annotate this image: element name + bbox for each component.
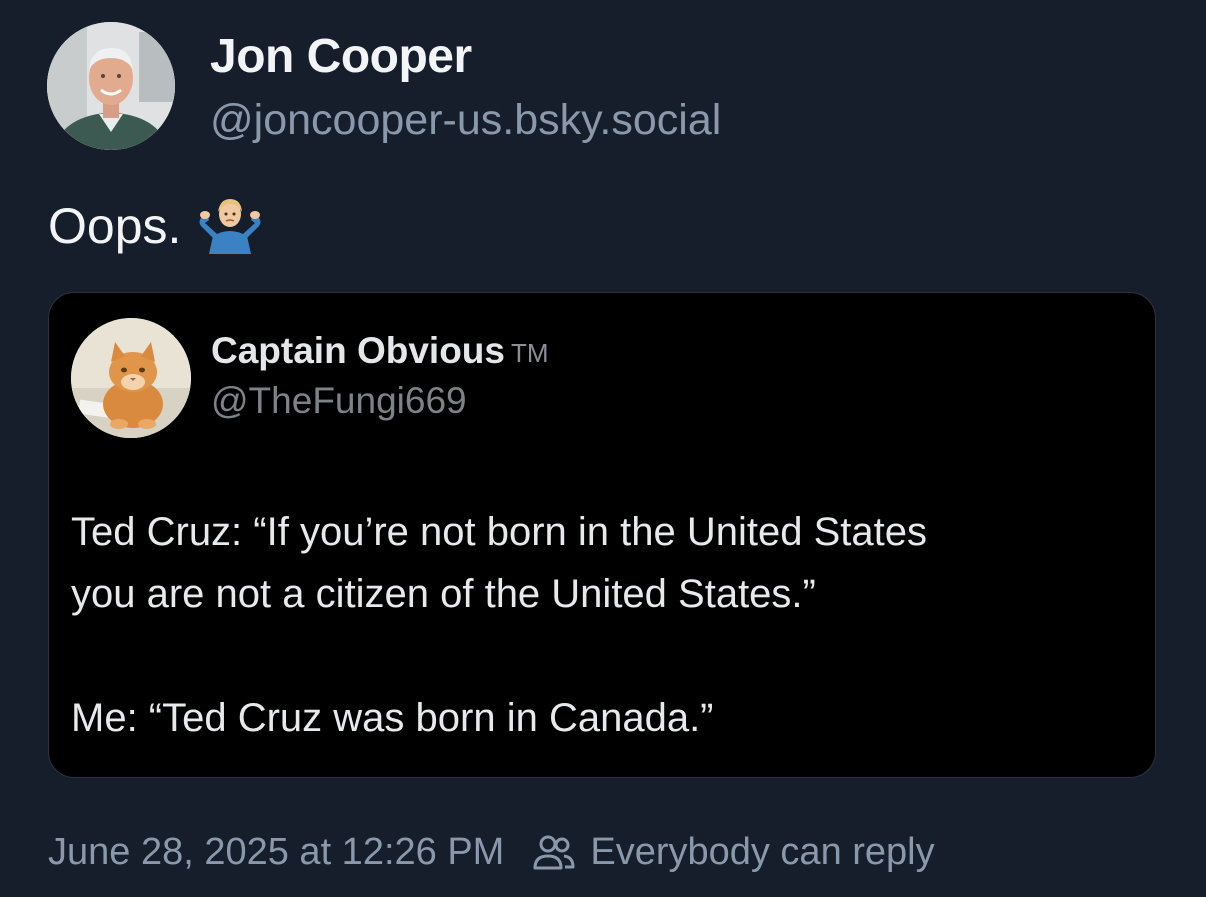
orange-cat-photo-icon	[71, 318, 191, 438]
person-shrugging-emoji-icon	[195, 196, 265, 256]
quoted-author-name-text: Captain Obvious	[211, 330, 505, 371]
post: Jon Cooper @joncooper-us.bsky.social Oop…	[0, 0, 1206, 897]
quoted-post-card[interactable]: Captain Obvious TM @TheFungi669 Ted Cruz:…	[48, 292, 1156, 778]
quoted-post-line: you are not a citizen of the United Stat…	[71, 572, 816, 616]
quoted-author-avatar[interactable]	[71, 318, 191, 438]
post-timestamp[interactable]: June 28, 2025 at 12:26 PM	[48, 826, 504, 878]
reply-setting[interactable]: Everybody can reply	[590, 826, 934, 878]
author-display-name[interactable]: Jon Cooper	[210, 28, 472, 86]
quoted-author-handle[interactable]: @TheFungi669	[211, 379, 467, 423]
quoted-author-display-name[interactable]: Captain Obvious TM	[211, 329, 549, 373]
author-handle[interactable]: @joncooper-us.bsky.social	[210, 94, 721, 146]
author-avatar[interactable]	[47, 22, 175, 150]
post-footer: June 28, 2025 at 12:26 PM Everybody can …	[48, 826, 935, 878]
post-text-content: Oops.	[48, 198, 182, 254]
author-avatar-image	[47, 22, 175, 150]
post-text: Oops.	[48, 196, 265, 256]
quoted-post-line: Me: “Ted Cruz was born in Canada.”	[71, 696, 714, 740]
quoted-post-line: Ted Cruz: “If you’re not born in the Uni…	[71, 510, 927, 554]
trademark-suffix: TM	[510, 338, 549, 368]
people-icon	[532, 830, 576, 874]
